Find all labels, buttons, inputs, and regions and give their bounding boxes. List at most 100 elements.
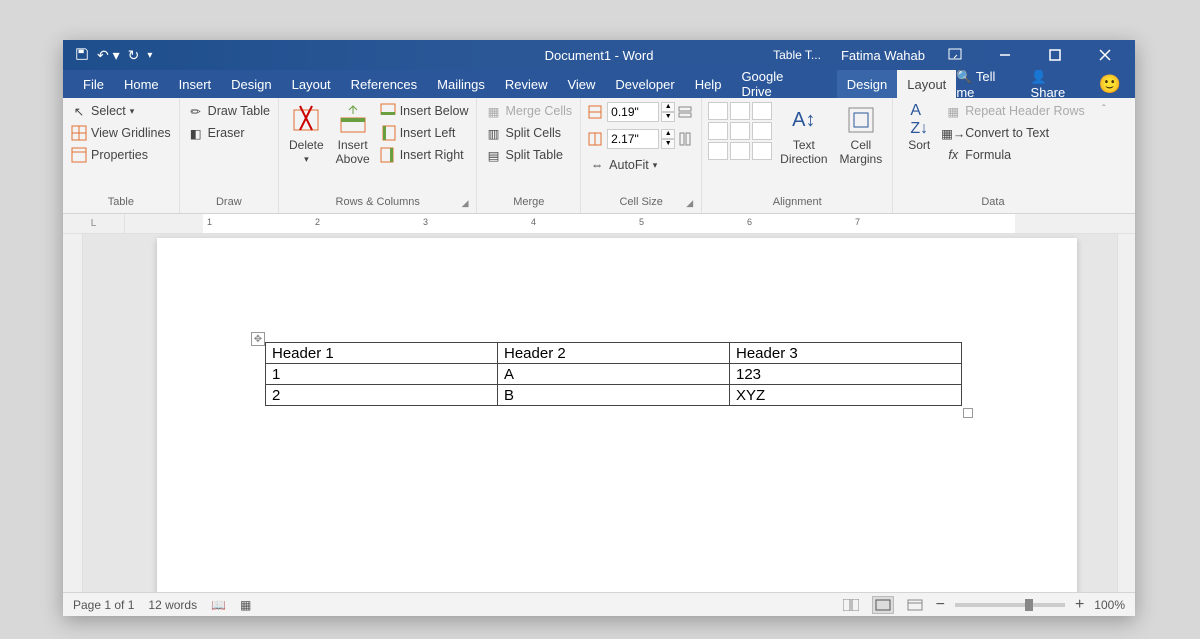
distribute-cols-icon[interactable] (677, 131, 695, 147)
tab-layout[interactable]: Layout (282, 70, 341, 98)
macro-icon[interactable]: ▦ (240, 598, 251, 612)
height-up-button[interactable]: ▲ (661, 102, 675, 112)
height-down-button[interactable]: ▼ (661, 112, 675, 122)
tab-table-design[interactable]: Design (837, 70, 897, 98)
repeat-header-button: ▦Repeat Header Rows (943, 102, 1087, 120)
tab-file[interactable]: File (73, 70, 114, 98)
group-alignment: A↕TextDirection CellMargins Alignment (702, 98, 893, 213)
width-up-button[interactable]: ▲ (661, 129, 675, 139)
merge-icon: ▦ (485, 103, 501, 119)
table-resize-handle[interactable] (963, 408, 973, 418)
table-cell[interactable]: B (498, 385, 730, 406)
zoom-slider[interactable] (955, 603, 1065, 607)
tab-home[interactable]: Home (114, 70, 169, 98)
group-label: Alignment (708, 193, 886, 213)
word-count-status[interactable]: 12 words (148, 598, 197, 612)
redo-icon[interactable]: ↻ (128, 47, 140, 64)
page-number-status[interactable]: Page 1 of 1 (73, 598, 134, 612)
insert-left-button[interactable]: Insert Left (378, 124, 471, 142)
ruler-vertical[interactable] (63, 234, 83, 592)
zoom-level[interactable]: 100% (1094, 598, 1125, 612)
align-bot-left[interactable] (708, 142, 728, 160)
share-button[interactable]: 👤 Share (1031, 69, 1085, 100)
draw-table-button[interactable]: ✏Draw Table (186, 102, 272, 120)
text-direction-button[interactable]: A↕TextDirection (776, 102, 831, 168)
undo-icon[interactable]: ↶ ▾ (97, 47, 120, 64)
dialog-launcher-icon[interactable]: ◢ (686, 198, 693, 209)
tab-table-layout[interactable]: Layout (897, 70, 956, 98)
formula-button[interactable]: fxFormula (943, 146, 1087, 164)
spellcheck-icon[interactable]: 📖 (211, 598, 226, 612)
zoom-in-button[interactable]: + (1075, 596, 1084, 614)
split-cells-button[interactable]: ▥Split Cells (483, 124, 574, 142)
close-button[interactable] (1085, 40, 1125, 70)
tab-developer[interactable]: Developer (605, 70, 684, 98)
print-layout-button[interactable] (872, 596, 894, 614)
save-icon[interactable] (75, 47, 89, 64)
tell-me-button[interactable]: 🔍 Tell me (956, 69, 1016, 100)
insert-right-button[interactable]: Insert Right (378, 146, 471, 164)
tab-review[interactable]: Review (495, 70, 558, 98)
sort-button[interactable]: AZ↓Sort (899, 102, 939, 154)
insert-above-button[interactable]: InsertAbove (332, 102, 374, 168)
emoji-icon[interactable]: 🙂 (1099, 74, 1121, 95)
distribute-rows-icon[interactable] (677, 104, 695, 120)
table-cell[interactable]: 1 (266, 364, 498, 385)
table-move-handle[interactable]: ✥ (251, 332, 265, 346)
col-width-input[interactable] (607, 129, 659, 149)
align-bot-right[interactable] (752, 142, 772, 160)
table-row: 1 A 123 (266, 364, 962, 385)
workspace: ✥ Header 1 Header 2 Header 3 1 A 123 2 B (63, 234, 1135, 592)
split-table-icon: ▤ (485, 147, 501, 163)
convert-to-text-button[interactable]: ▦→Convert to Text (943, 124, 1087, 142)
align-top-center[interactable] (730, 102, 750, 120)
document-table[interactable]: Header 1 Header 2 Header 3 1 A 123 2 B X… (265, 342, 962, 406)
tab-view[interactable]: View (557, 70, 605, 98)
user-name[interactable]: Fatima Wahab (841, 48, 925, 63)
vertical-scrollbar[interactable] (1117, 234, 1135, 592)
align-mid-left[interactable] (708, 122, 728, 140)
context-group-label: Table T... (773, 48, 821, 62)
table-cell[interactable]: A (498, 364, 730, 385)
tab-insert[interactable]: Insert (169, 70, 222, 98)
autofit-button[interactable]: ⇔AutoFit ▾ (587, 156, 695, 174)
view-gridlines-button[interactable]: View Gridlines (69, 124, 173, 142)
insert-below-button[interactable]: Insert Below (378, 102, 471, 120)
table-cell[interactable]: 123 (730, 364, 962, 385)
page-area[interactable]: ✥ Header 1 Header 2 Header 3 1 A 123 2 B (83, 234, 1117, 592)
table-cell[interactable]: Header 1 (266, 343, 498, 364)
table-cell[interactable]: Header 2 (498, 343, 730, 364)
cell-margins-button[interactable]: CellMargins (836, 102, 887, 168)
minimize-button[interactable] (985, 40, 1025, 70)
eraser-button[interactable]: ◧Eraser (186, 124, 272, 142)
align-mid-right[interactable] (752, 122, 772, 140)
maximize-button[interactable] (1035, 40, 1075, 70)
align-mid-center[interactable] (730, 122, 750, 140)
collapse-ribbon-button[interactable]: ˆ (1093, 98, 1115, 213)
align-top-right[interactable] (752, 102, 772, 120)
align-bot-center[interactable] (730, 142, 750, 160)
read-mode-button[interactable] (840, 596, 862, 614)
web-layout-button[interactable] (904, 596, 926, 614)
ruler-horizontal[interactable]: L 1 2 3 4 5 6 7 (63, 214, 1135, 234)
qat-customize-icon[interactable]: ▾ (147, 50, 152, 61)
width-down-button[interactable]: ▼ (661, 139, 675, 149)
align-top-left[interactable] (708, 102, 728, 120)
tab-references[interactable]: References (341, 70, 427, 98)
split-table-button[interactable]: ▤Split Table (483, 146, 574, 164)
tab-design[interactable]: Design (221, 70, 281, 98)
dialog-launcher-icon[interactable]: ◢ (462, 198, 469, 209)
table-cell[interactable]: XYZ (730, 385, 962, 406)
table-cell[interactable]: Header 3 (730, 343, 962, 364)
tab-google-drive[interactable]: Google Drive (731, 70, 826, 98)
delete-button[interactable]: Delete▾ (285, 102, 328, 167)
tab-help[interactable]: Help (685, 70, 732, 98)
properties-button[interactable]: Properties (69, 146, 173, 164)
row-height-input[interactable] (607, 102, 659, 122)
select-button[interactable]: ↖Select ▾ (69, 102, 173, 120)
ribbon-options-icon[interactable] (935, 40, 975, 70)
zoom-out-button[interactable]: − (936, 596, 945, 614)
group-draw: ✏Draw Table ◧Eraser Draw (180, 98, 279, 213)
tab-mailings[interactable]: Mailings (427, 70, 495, 98)
table-cell[interactable]: 2 (266, 385, 498, 406)
